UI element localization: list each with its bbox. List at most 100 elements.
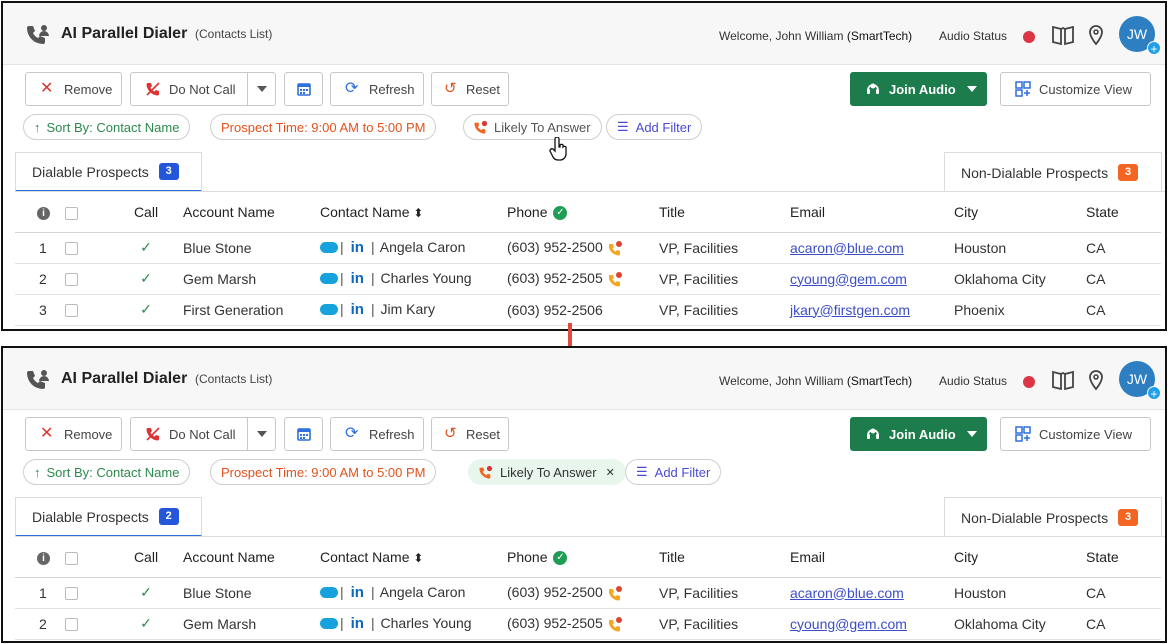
salesforce-icon[interactable] (320, 273, 338, 285)
join-audio-button[interactable]: Join Audio (850, 72, 987, 106)
column-header-state[interactable]: State (1086, 192, 1161, 233)
audio-status-indicator (1023, 376, 1035, 388)
column-header-contact[interactable]: Contact Name ⬍ (320, 537, 507, 578)
hand-cursor-icon (549, 137, 567, 161)
arrow-up-icon: ↑ (34, 464, 41, 480)
tab-non-dialable-prospects[interactable]: Non-Dialable Prospects 3 (944, 497, 1162, 537)
page-subtitle: (Contacts List) (195, 372, 273, 386)
close-icon: ✕ (40, 80, 54, 97)
column-header-phone[interactable]: Phone ✓ (507, 192, 659, 233)
salesforce-icon[interactable] (320, 618, 338, 630)
location-pin-icon[interactable] (1087, 24, 1105, 46)
chevron-down-icon[interactable] (958, 418, 986, 450)
remove-button[interactable]: ✕ Remove (25, 72, 122, 106)
refresh-button[interactable]: ⟳ Refresh (330, 72, 424, 106)
row-checkbox[interactable] (65, 273, 78, 287)
salesforce-icon[interactable] (320, 304, 338, 316)
column-header-email[interactable]: Email (790, 537, 954, 578)
column-header-title[interactable]: Title (659, 192, 790, 233)
select-all-checkbox[interactable] (65, 551, 78, 565)
linkedin-icon[interactable]: in (351, 615, 364, 632)
remove-filter-close-icon[interactable]: ✕ (606, 466, 615, 479)
location-pin-icon[interactable] (1087, 369, 1105, 391)
prospect-time-chip[interactable]: Prospect Time: 9:00 AM to 5:00 PM (210, 459, 437, 485)
tab-dialable-prospects[interactable]: Dialable Prospects 2 (15, 497, 202, 537)
customize-view-button[interactable]: Customize View (1000, 72, 1151, 106)
do-not-call-button[interactable]: Do Not Call (130, 72, 276, 106)
sort-filter-chip[interactable]: ↑ Sort By: Contact Name (23, 459, 191, 485)
join-audio-button[interactable]: Join Audio (850, 417, 987, 451)
calendar-button[interactable] (284, 417, 323, 451)
column-header-state[interactable]: State (1086, 537, 1161, 578)
sort-filter-chip[interactable]: ↑ Sort By: Contact Name (23, 114, 191, 140)
column-header-account[interactable]: Account Name (183, 537, 320, 578)
chevron-down-icon[interactable] (958, 73, 986, 105)
calendar-button[interactable] (284, 72, 323, 106)
column-header-city[interactable]: City (954, 537, 1086, 578)
book-icon[interactable] (1051, 24, 1075, 46)
do-not-call-button[interactable]: Do Not Call (130, 417, 276, 451)
select-all-checkbox[interactable] (65, 206, 78, 220)
add-filter-chip[interactable]: ☰ Add Filter (606, 114, 703, 140)
email-link[interactable]: acaron@blue.com (790, 585, 904, 601)
book-icon[interactable] (1051, 369, 1075, 391)
column-header-phone[interactable]: Phone ✓ (507, 537, 659, 578)
linkedin-icon[interactable]: in (351, 239, 364, 256)
likely-answer-icon (608, 586, 622, 601)
refresh-icon: ⟳ (345, 80, 359, 97)
table-row[interactable]: 1 ✓ Blue Stone | in | Angela Caron (603) 9… (15, 232, 1161, 264)
row-checkbox[interactable] (65, 587, 78, 601)
likely-answer-icon (474, 120, 488, 134)
tab-dialable-prospects[interactable]: Dialable Prospects 3 (15, 152, 202, 192)
row-checkbox[interactable] (65, 618, 78, 632)
arrow-up-icon: ↑ (34, 119, 41, 135)
table-row[interactable]: 2 ✓ Gem Marsh | in | Charles Young (603) 9… (15, 608, 1161, 640)
calendar-icon (296, 83, 311, 96)
screen-after: AI Parallel Dialer (Contacts List) Welco… (1, 346, 1167, 643)
no-call-icon (146, 82, 160, 96)
linkedin-icon[interactable]: in (351, 301, 364, 318)
tab-non-dialable-prospects[interactable]: Non-Dialable Prospects 3 (944, 152, 1162, 192)
salesforce-icon[interactable] (320, 587, 338, 599)
customize-view-button[interactable]: Customize View (1000, 417, 1151, 451)
dialable-count-badge: 3 (158, 163, 179, 180)
table-row[interactable]: 1 ✓ Blue Stone | in | Angela Caron (603) 9… (15, 577, 1161, 609)
salesforce-icon[interactable] (320, 242, 338, 254)
callable-check-icon: ✓ (140, 615, 152, 631)
headset-icon (867, 83, 879, 94)
column-header-email[interactable]: Email (790, 192, 954, 233)
audio-status-label: Audio Status (939, 29, 1008, 43)
chevron-down-icon[interactable] (247, 73, 275, 105)
likely-to-answer-chip-active[interactable]: Likely To Answer ✕ (468, 459, 626, 485)
linkedin-icon[interactable]: in (351, 584, 364, 601)
add-filter-chip[interactable]: ☰ Add Filter (625, 459, 722, 485)
refresh-button[interactable]: ⟳ Refresh (330, 417, 424, 451)
likely-to-answer-chip[interactable]: Likely To Answer (463, 114, 602, 140)
prospects-table: i Call Account Name Contact Name ⬍ Phone… (15, 537, 1161, 640)
chevron-down-icon[interactable] (247, 418, 275, 450)
non-dialable-count-badge: 3 (1118, 509, 1139, 526)
column-header-call: Call (109, 192, 183, 233)
remove-button[interactable]: ✕ Remove (25, 417, 122, 451)
audio-status-label: Audio Status (939, 374, 1008, 388)
calendar-icon (296, 428, 311, 441)
column-header-account[interactable]: Account Name (183, 192, 320, 233)
row-checkbox[interactable] (65, 304, 78, 318)
table-row[interactable]: 2 ✓ Gem Marsh | in | Charles Young (603) 9… (15, 263, 1161, 295)
prospect-time-chip[interactable]: Prospect Time: 9:00 AM to 5:00 PM (210, 114, 437, 140)
email-link[interactable]: cyoung@gem.com (790, 271, 907, 287)
column-header-city[interactable]: City (954, 192, 1086, 233)
info-icon: i (37, 552, 50, 566)
close-icon: ✕ (40, 425, 54, 442)
table-row[interactable]: 3 ✓ First Generation | in | Jim Kary (603)… (15, 294, 1161, 326)
column-header-contact[interactable]: Contact Name ⬍ (320, 192, 507, 233)
row-checkbox[interactable] (65, 242, 78, 256)
email-link[interactable]: jkary@firstgen.com (790, 302, 910, 318)
email-link[interactable]: acaron@blue.com (790, 240, 904, 256)
reset-button[interactable]: ↺ Reset (431, 72, 509, 106)
email-link[interactable]: cyoung@gem.com (790, 616, 907, 632)
column-header-title[interactable]: Title (659, 537, 790, 578)
reset-button[interactable]: ↺ Reset (431, 417, 509, 451)
non-dialable-count-badge: 3 (1118, 164, 1139, 181)
linkedin-icon[interactable]: in (351, 270, 364, 287)
